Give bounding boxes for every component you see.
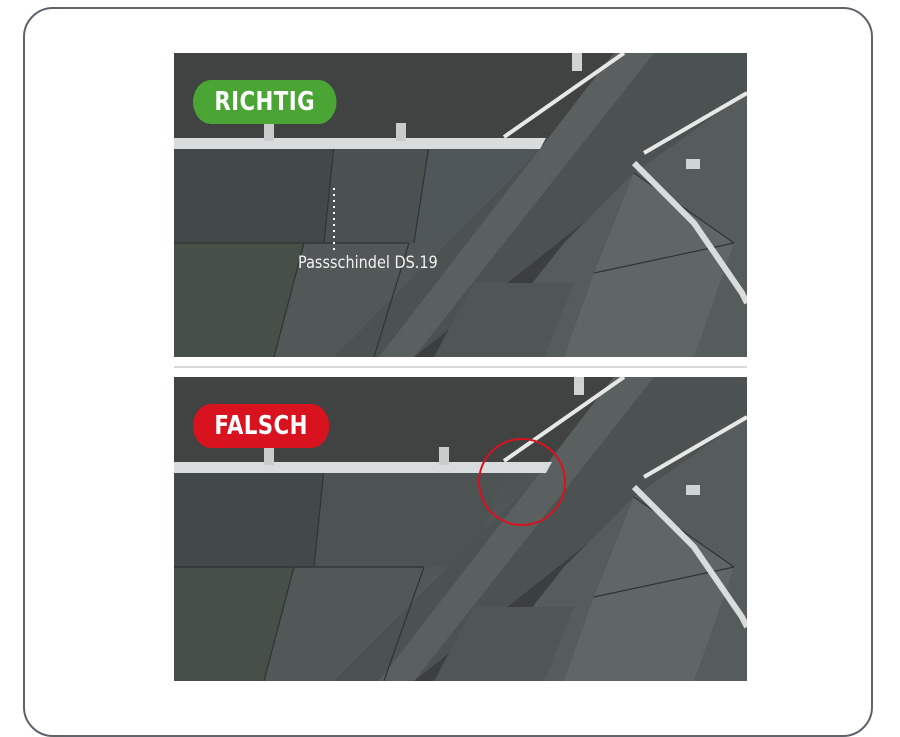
- shingle-callout-label: Passschindel DS.19: [298, 253, 438, 273]
- wrong-example-panel: FALSCH: [174, 377, 747, 681]
- panel-divider: [174, 366, 747, 368]
- correct-badge: RICHTIG: [193, 80, 337, 124]
- correct-example-panel: RICHTIG Passschindel DS.19: [174, 53, 747, 357]
- wrong-badge: FALSCH: [193, 404, 330, 448]
